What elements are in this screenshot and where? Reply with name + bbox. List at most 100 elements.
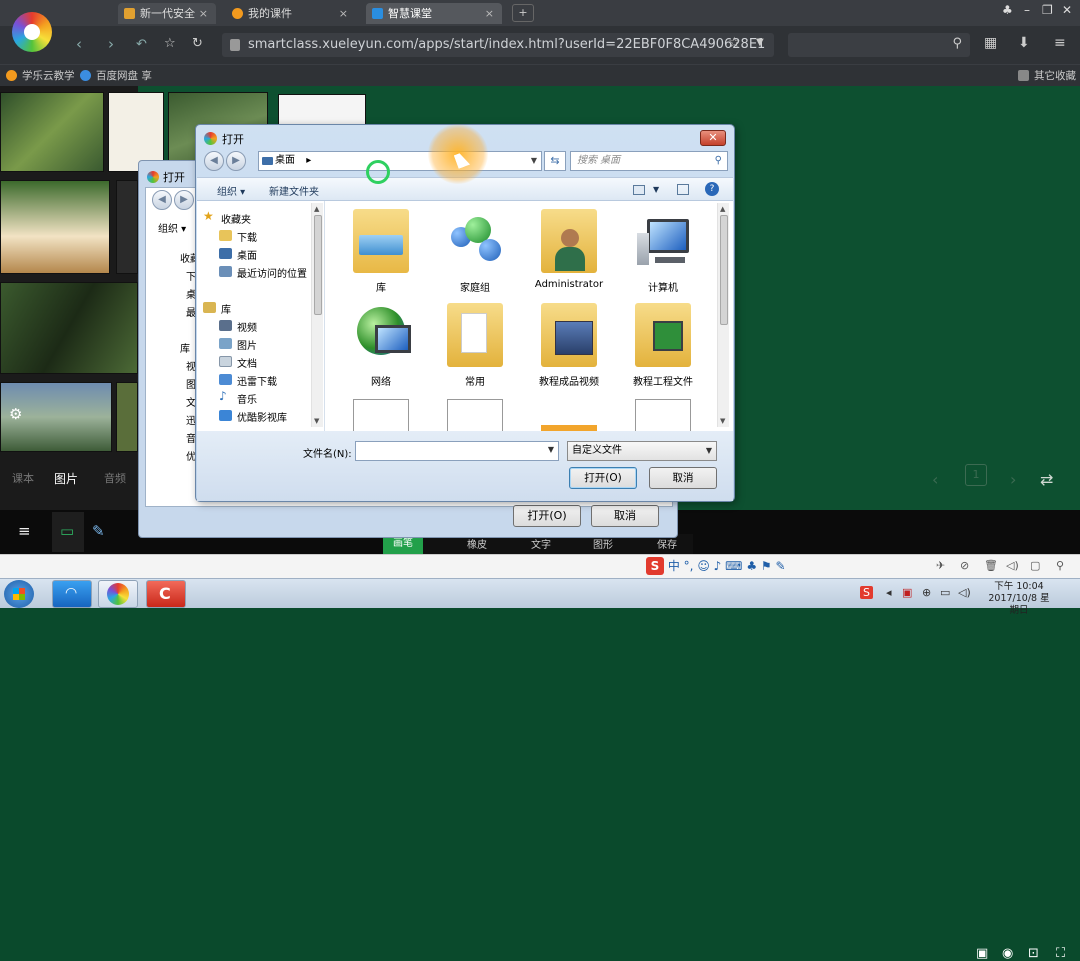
minimize-icon[interactable]: – — [1024, 3, 1030, 17]
back-icon[interactable]: ‹ — [76, 35, 82, 53]
help-icon[interactable]: ? — [705, 182, 719, 196]
search-icon[interactable]: ⚲ — [1056, 559, 1064, 572]
tab-audio[interactable]: 音频 — [104, 470, 126, 486]
cancel-button[interactable]: 取消 — [591, 505, 659, 527]
close-window-icon[interactable]: ✕ — [1062, 3, 1072, 17]
tab-close-icon[interactable]: × — [485, 3, 494, 24]
bookmark-baidu-pan[interactable]: 百度网盘 享 — [80, 68, 152, 83]
new-folder-button[interactable]: 新建文件夹 — [269, 183, 319, 198]
prev-page-icon[interactable]: ‹ — [932, 470, 938, 489]
nav-desktop[interactable]: 桌面 — [219, 247, 257, 262]
nav-thunder-downloads[interactable]: 迅雷下载 — [219, 373, 277, 388]
scroll-up-icon[interactable]: ▲ — [720, 205, 725, 213]
path-breadcrumb[interactable]: 桌面 ▸ ▼ — [258, 151, 542, 171]
browser-logo[interactable] — [12, 12, 52, 52]
nav-youku-library[interactable]: 优酷影视库 — [219, 409, 287, 424]
nav-libraries[interactable]: 库 — [203, 301, 231, 316]
new-tab-button[interactable]: + — [512, 4, 534, 22]
settings-gear-icon[interactable]: ⚙ — [9, 405, 22, 423]
image-thumbnail[interactable] — [116, 382, 138, 452]
tab-close-icon[interactable]: × — [199, 3, 208, 24]
scroll-thumb[interactable] — [720, 215, 728, 325]
pin-icon[interactable]: ✈ — [936, 559, 945, 572]
security-icon[interactable]: ⊕ — [922, 586, 931, 599]
tab-security[interactable]: 新一代安全 × — [118, 3, 216, 24]
nav-pictures[interactable]: 图片 — [219, 337, 257, 352]
image-thumbnail[interactable] — [0, 180, 110, 274]
menu-icon[interactable]: ≡ — [1054, 35, 1066, 51]
tab-images[interactable]: 图片 — [54, 470, 78, 487]
file-item-folder[interactable] — [521, 395, 617, 431]
tab-close-icon[interactable]: × — [339, 3, 348, 24]
other-bookmarks[interactable]: 其它收藏 — [1018, 68, 1076, 83]
image-thumbnail[interactable] — [0, 282, 138, 374]
ime-mode-icon[interactable]: 中 — [668, 559, 680, 573]
preview-pane-icon[interactable] — [677, 184, 689, 195]
scroll-down-icon[interactable]: ▼ — [720, 417, 725, 425]
lock-icon[interactable]: ⊡ — [1028, 946, 1039, 961]
bookmark-xueleyun[interactable]: 学乐云教学 — [6, 68, 75, 83]
punctuation-icon[interactable]: °, — [684, 559, 694, 573]
menu-icon[interactable]: ≡ — [18, 522, 31, 540]
nav-recent-places[interactable]: 最近访问的位置 — [219, 265, 307, 280]
favorite-icon[interactable]: ☆ — [728, 35, 741, 51]
dropdown-icon[interactable]: ▼ — [756, 37, 764, 48]
nav-libraries[interactable]: 库 — [180, 340, 190, 355]
volume-tray-icon[interactable]: ◁) — [958, 586, 971, 599]
search-input[interactable]: 搜索 桌面 ⚲ — [570, 151, 728, 171]
image-thumbnail[interactable] — [0, 92, 104, 172]
start-button[interactable] — [4, 580, 34, 608]
emoji-icon[interactable]: ☺ — [697, 559, 710, 573]
chevron-down-icon[interactable]: ▼ — [706, 442, 712, 460]
forward-icon[interactable]: › — [108, 35, 114, 53]
trash-icon[interactable]: 🗑 — [984, 559, 998, 572]
system-clock[interactable]: 下午 10:04 2017/10/8 星期日 — [986, 581, 1052, 617]
note-icon[interactable]: ✎ — [92, 522, 105, 540]
tool-shape[interactable]: 图形 — [593, 536, 613, 551]
taskbar-wifi-app[interactable]: ◠ — [52, 580, 92, 608]
scroll-down-icon[interactable]: ▼ — [314, 417, 319, 425]
file-item-document[interactable] — [427, 395, 523, 431]
volume-icon[interactable]: ◁) — [1006, 559, 1019, 572]
restore-icon[interactable]: ❐ — [1042, 3, 1053, 17]
refresh-button[interactable]: ⇆ — [544, 151, 566, 171]
nav-scrollbar[interactable]: ▲ ▼ — [311, 203, 323, 427]
sogou-input-icon[interactable]: S — [646, 557, 664, 575]
apps-grid-icon[interactable]: ▦ — [984, 35, 997, 51]
link-icon[interactable]: ⊘ — [960, 559, 969, 572]
page-number[interactable]: 1 — [965, 464, 987, 486]
chevron-down-icon[interactable]: ▼ — [548, 445, 554, 454]
undo-icon[interactable]: ↶ — [136, 37, 147, 52]
tab-textbook[interactable]: 课本 — [12, 470, 34, 486]
screen-icon[interactable]: ▣ — [976, 946, 988, 961]
skin-icon[interactable]: ♣ — [1002, 3, 1013, 17]
chevron-down-icon[interactable]: ▼ — [531, 152, 537, 170]
tray-arrow-icon[interactable]: ◂ — [886, 586, 892, 599]
nav-videos[interactable]: 视频 — [219, 319, 257, 334]
tool-text[interactable]: 文字 — [531, 536, 551, 551]
tab-smart-classroom[interactable]: 智慧课堂 × — [366, 3, 502, 24]
url-field[interactable]: smartclass.xueleyun.com/apps/start/index… — [222, 33, 774, 57]
view-dropdown-icon[interactable]: ▼ — [653, 185, 659, 194]
battery-icon[interactable]: ▭ — [940, 586, 950, 599]
forward-icon[interactable]: ▶ — [226, 151, 246, 171]
fullscreen-icon[interactable]: ⛶ — [1056, 946, 1065, 961]
scroll-up-icon[interactable]: ▲ — [314, 205, 319, 213]
taskbar-camtasia[interactable]: C — [146, 580, 186, 608]
open-button[interactable]: 打开(O) — [513, 505, 581, 527]
window-icon[interactable]: ▢ — [1030, 559, 1040, 572]
nav-favorites[interactable]: ★ 收藏夹 — [203, 209, 251, 226]
sogou-tray-icon[interactable]: S — [860, 586, 873, 599]
filename-input[interactable]: ▼ — [355, 441, 559, 461]
organize-menu[interactable]: 组织 ▾ — [158, 220, 186, 235]
nav-music[interactable]: ♪ 音乐 — [219, 389, 257, 406]
tool-save[interactable]: 保存 — [657, 536, 677, 551]
taskbar-browser[interactable] — [98, 580, 138, 608]
image-thumbnail[interactable]: ⚙ — [0, 382, 112, 452]
next-page-icon[interactable]: › — [1010, 470, 1016, 489]
shirt-icon[interactable]: ⚑ — [761, 559, 772, 573]
search-icon[interactable]: ⚲ — [715, 152, 722, 170]
keyboard-icon[interactable]: ⌨ — [725, 559, 742, 573]
nav-downloads[interactable]: 下载 — [219, 229, 257, 244]
voice-icon[interactable]: ♪ — [714, 559, 722, 573]
